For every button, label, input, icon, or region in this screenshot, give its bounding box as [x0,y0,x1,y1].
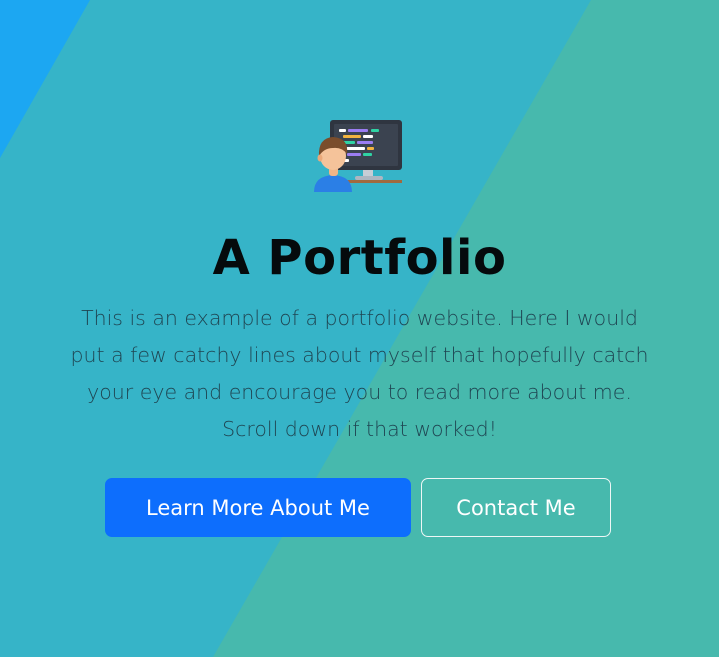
hero-lead-text: This is an example of a portfolio websit… [64,300,655,448]
contact-me-button[interactable]: Contact Me [421,478,611,537]
developer-at-computer-icon [314,120,402,192]
hero-lead-line: put a few catchy lines about myself that… [70,343,649,367]
hero-lead-line: Scroll down if that worked! [222,417,497,441]
page-title: A Portfolio [212,230,507,286]
hero-lead-line: your eye and encourage you to read more … [87,380,632,404]
hero-section: A Portfolio This is an example of a port… [0,0,719,657]
learn-more-button[interactable]: Learn More About Me [105,478,411,537]
hero-lead-line: This is an example of a portfolio websit… [81,306,638,330]
